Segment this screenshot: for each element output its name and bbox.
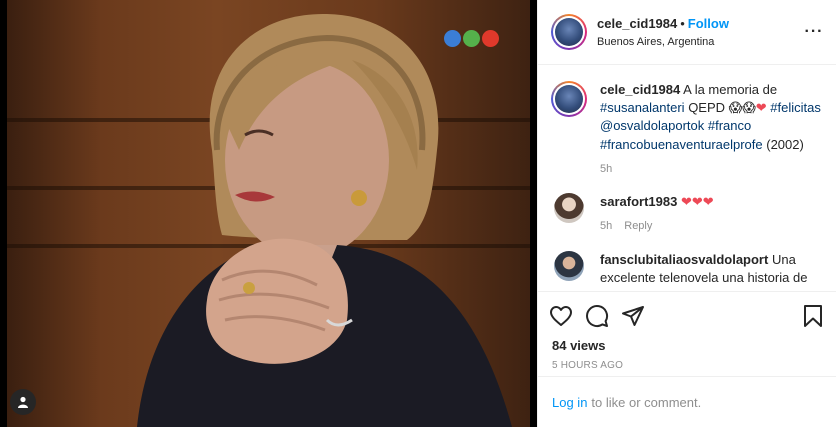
login-link[interactable]: Log in — [552, 395, 587, 410]
post-header: cele_cid1984 • Follow Buenos Aires, Argent… — [538, 0, 836, 65]
heart-emoji: ❤ — [755, 100, 767, 116]
commenter-avatar[interactable] — [554, 250, 584, 281]
mention-link[interactable]: @osvaldolaportok — [600, 118, 704, 133]
hashtag-link[interactable]: #felicitas — [770, 100, 821, 115]
action-bar: 84 views 5 HOURS AGO — [538, 291, 836, 371]
comment-username[interactable]: sarafort1983 — [600, 194, 677, 209]
comment-username[interactable]: fansclubitaliaosvaldolaport — [600, 252, 768, 267]
emoji-text: 😱😱 — [728, 100, 756, 116]
media-viewer[interactable] — [0, 0, 537, 427]
ellipsis-icon[interactable]: ··· — [804, 23, 824, 41]
views-count[interactable]: 84 views — [552, 338, 827, 353]
caption-qepd: QEPD — [688, 100, 726, 116]
person-icon[interactable] — [10, 389, 36, 415]
comment-age[interactable]: 5h — [600, 220, 612, 232]
instagram-post-window: cele_cid1984 • Follow Buenos Aires, Argent… — [0, 0, 836, 427]
caption-avatar[interactable] — [551, 81, 587, 117]
hashtag-link[interactable]: #franco — [708, 118, 751, 133]
hashtag-link[interactable]: #susanalanteri — [600, 100, 685, 115]
bookmark-icon[interactable] — [799, 302, 827, 330]
comment-item: sarafort1983 ❤❤❤ 5h Reply — [551, 193, 823, 235]
profile-avatar[interactable] — [551, 14, 587, 50]
comment-item: fansclubitaliaosvaldolaport Una excelent… — [551, 250, 823, 287]
login-prompt: Log in to like or comment. — [538, 376, 836, 427]
username-link[interactable]: cele_cid1984 — [597, 16, 677, 31]
location-link[interactable]: Buenos Aires, Argentina — [597, 35, 804, 49]
caption-age[interactable]: 5h — [600, 163, 612, 175]
comment-icon[interactable] — [583, 302, 611, 330]
send-icon[interactable] — [619, 302, 647, 330]
post-timestamp[interactable]: 5 HOURS AGO — [552, 360, 827, 371]
commenter-avatar[interactable] — [554, 193, 584, 224]
login-text: to like or comment. — [591, 394, 702, 410]
caption-year: (2002) — [766, 136, 804, 152]
follow-button[interactable]: Follow — [688, 16, 729, 31]
comments-list[interactable]: cele_cid1984 A la memoria de #susanalant… — [538, 66, 836, 290]
channel-logo — [444, 30, 500, 47]
caption-username[interactable]: cele_cid1984 — [600, 82, 680, 97]
caption: cele_cid1984 A la memoria de #susanalant… — [551, 81, 823, 177]
reply-button[interactable]: Reply — [624, 220, 652, 232]
caption-intro: A la memoria de — [683, 82, 778, 97]
video-scene — [137, 13, 512, 427]
comment-text: ❤❤❤ — [680, 194, 714, 210]
separator-dot: • — [680, 16, 685, 32]
hashtag-link[interactable]: #francobuenaventuraelprofe — [600, 137, 763, 152]
video-frame[interactable] — [7, 0, 530, 427]
heart-icon[interactable] — [547, 302, 575, 330]
post-sidebar: cele_cid1984 • Follow Buenos Aires, Argent… — [537, 0, 836, 427]
